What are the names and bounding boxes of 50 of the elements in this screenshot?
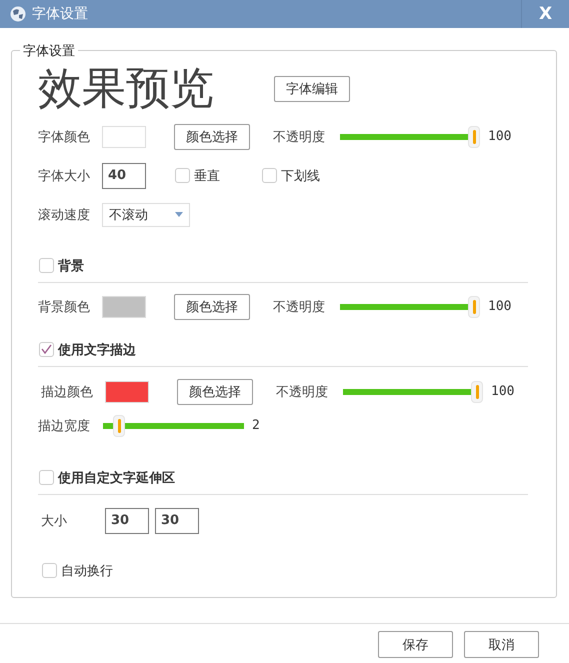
checkbox-label: 使用自定文字延伸区	[58, 470, 175, 487]
slider-thumb[interactable]	[468, 126, 480, 148]
checkbox[interactable]	[39, 258, 54, 274]
checkbox[interactable]	[262, 168, 277, 184]
checkbox-label: 自动换行	[61, 562, 113, 580]
slider-value: 100	[488, 299, 512, 314]
field-label: 描边宽度	[38, 418, 91, 435]
field-label: 描边颜色	[41, 384, 94, 401]
dropdown-icon	[175, 212, 183, 218]
group-legend: 字体设置	[20, 42, 78, 60]
field-label: 不透明度	[276, 384, 329, 401]
checkbox[interactable]	[42, 563, 57, 578]
checkbox-label: 垂直	[194, 168, 220, 185]
checkbox[interactable]	[39, 342, 54, 358]
window-title: 字体设置	[32, 5, 89, 23]
field-label: 滚动速度	[38, 206, 91, 224]
checkbox[interactable]	[175, 168, 190, 184]
field-label: 背景颜色	[38, 298, 91, 316]
slider-thumb[interactable]	[471, 380, 483, 403]
slider[interactable]	[103, 414, 244, 437]
slider[interactable]	[340, 126, 480, 148]
checkbox-label: 背景	[58, 258, 84, 275]
field-label: 大小	[41, 512, 68, 530]
preview-text: 效果预览	[38, 63, 215, 116]
slider-thumb[interactable]	[468, 296, 480, 318]
slider-thumb[interactable]	[113, 414, 126, 437]
size-input[interactable]: 30	[105, 508, 149, 534]
slider-value: 100	[488, 129, 512, 144]
field-label: 不透明度	[273, 128, 326, 146]
globe-icon	[10, 6, 26, 22]
color-pick-button[interactable]: 颜色选择	[177, 378, 253, 405]
checkbox-label: 下划线	[281, 168, 320, 185]
field-label: 字体大小	[38, 168, 91, 185]
scroll-speed-select[interactable]: 不滚动	[102, 202, 190, 227]
field-label: 不透明度	[273, 298, 326, 316]
field-label: 字体颜色	[38, 128, 91, 146]
save-button[interactable]: 保存	[378, 631, 453, 658]
cancel-button[interactable]: 取消	[464, 631, 539, 658]
slider[interactable]	[343, 380, 483, 403]
size-input[interactable]: 30	[155, 508, 199, 534]
slider-value: 100	[491, 384, 514, 400]
slider-value: 2	[252, 418, 260, 434]
color-pick-button[interactable]: 颜色选择	[174, 124, 250, 150]
font-size-input[interactable]: 40	[102, 162, 146, 189]
slider[interactable]	[340, 296, 480, 318]
color-pick-button[interactable]: 颜色选择	[174, 294, 250, 320]
checkbox-label: 使用文字描边	[58, 342, 136, 359]
checkbox[interactable]	[39, 470, 54, 486]
font-edit-button[interactable]: 字体编辑	[274, 76, 350, 102]
check-icon	[41, 344, 52, 356]
